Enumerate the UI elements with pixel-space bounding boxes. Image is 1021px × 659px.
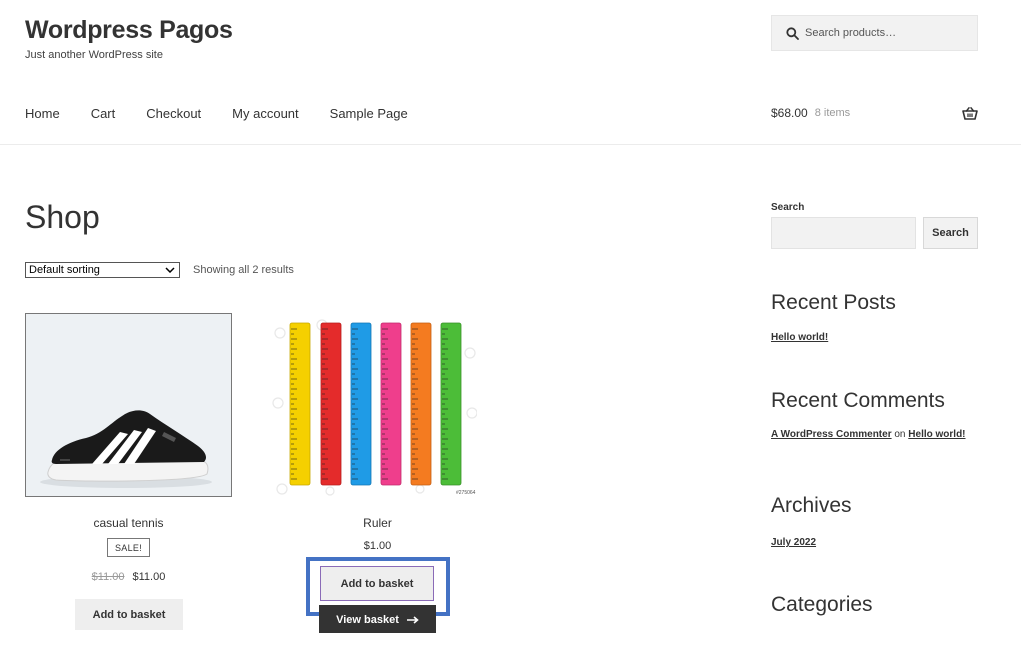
sidebar-search-input[interactable] bbox=[771, 217, 916, 249]
view-basket-label: View basket bbox=[336, 614, 399, 626]
product-price: $1.00 bbox=[363, 540, 392, 552]
search-placeholder: Search products… bbox=[805, 27, 897, 39]
product-title[interactable]: casual tennis bbox=[25, 516, 232, 530]
result-count: Showing all 2 results bbox=[193, 264, 294, 276]
sale-price: $11.00 bbox=[132, 571, 166, 583]
archive-link[interactable]: July 2022 bbox=[771, 537, 816, 548]
page-title: Shop bbox=[25, 199, 100, 235]
chevron-down-icon bbox=[165, 267, 175, 273]
image-code: #275064 bbox=[456, 490, 476, 496]
categories-title: Categories bbox=[771, 593, 873, 616]
nav-checkout[interactable]: Checkout bbox=[146, 106, 201, 121]
recent-comment: A WordPress Commenter on Hello world! bbox=[771, 429, 966, 441]
site-tagline: Just another WordPress site bbox=[25, 49, 163, 61]
black-sneaker-image bbox=[40, 410, 212, 488]
product-image-casual-tennis[interactable] bbox=[25, 313, 232, 497]
nav-sample-page[interactable]: Sample Page bbox=[330, 106, 408, 121]
colored-rulers-image: #275064 bbox=[272, 319, 477, 496]
product-search-input[interactable]: Search products… bbox=[771, 15, 978, 51]
add-to-basket-button[interactable]: Add to basket bbox=[75, 599, 183, 630]
archives-title: Archives bbox=[771, 494, 852, 517]
recent-comments-title: Recent Comments bbox=[771, 389, 945, 412]
nav-my-account[interactable]: My account bbox=[232, 106, 298, 121]
view-basket-button[interactable]: View basket bbox=[319, 605, 436, 633]
arrow-right-icon bbox=[406, 616, 419, 624]
cart-amount: $68.00 bbox=[771, 106, 808, 120]
nav-cart[interactable]: Cart bbox=[91, 106, 116, 121]
sidebar-search-label: Search bbox=[771, 202, 805, 213]
add-to-basket-button[interactable]: Add to basket bbox=[320, 566, 434, 601]
product-image-ruler[interactable]: #275064 bbox=[270, 313, 477, 497]
recent-post-link[interactable]: Hello world! bbox=[771, 332, 828, 343]
header-cart[interactable]: $68.00 8 items bbox=[771, 106, 978, 120]
cart-count: 8 items bbox=[814, 107, 851, 119]
site-title[interactable]: Wordpress Pagos bbox=[25, 16, 233, 45]
primary-navigation: Home Cart Checkout My account Sample Pag… bbox=[25, 106, 439, 121]
sale-badge: SALE! bbox=[107, 538, 150, 557]
header-divider bbox=[0, 144, 1021, 145]
old-price: $11.00 bbox=[91, 571, 125, 583]
sidebar-search-button[interactable]: Search bbox=[923, 217, 978, 249]
basket-icon bbox=[962, 106, 978, 120]
comment-post-link[interactable]: Hello world! bbox=[908, 429, 965, 440]
product-price: $11.00 $11.00 bbox=[25, 571, 232, 583]
sorting-select[interactable]: Default sorting bbox=[25, 262, 180, 278]
search-icon bbox=[786, 26, 799, 40]
nav-home[interactable]: Home bbox=[25, 106, 60, 121]
product-title[interactable]: Ruler bbox=[274, 516, 481, 530]
recent-posts-title: Recent Posts bbox=[771, 291, 896, 314]
comment-on-text: on bbox=[894, 429, 906, 440]
sorting-value: Default sorting bbox=[29, 264, 100, 276]
comment-author-link[interactable]: A WordPress Commenter bbox=[771, 429, 892, 440]
